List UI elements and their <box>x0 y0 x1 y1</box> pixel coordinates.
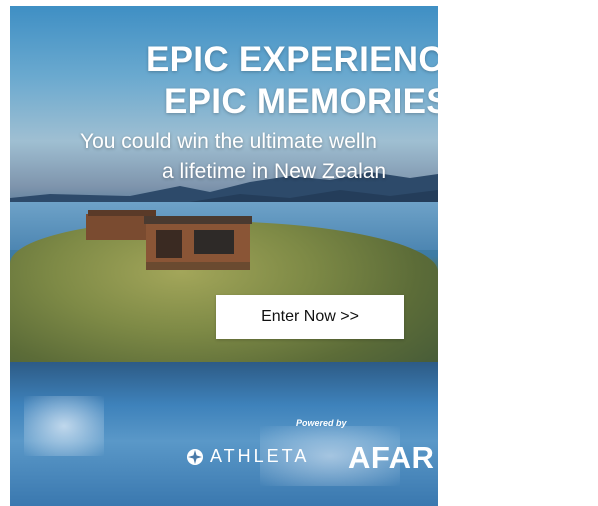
subheadline-line-2: a lifetime in New Zealan <box>162 160 387 183</box>
powered-by-label: Powered by <box>296 418 347 428</box>
advertisement-banner[interactable]: EPIC EXPERIENCE EPIC MEMORIES You could … <box>10 6 438 506</box>
headline-line-1: EPIC EXPERIENCE <box>146 40 438 79</box>
headline-line-2: EPIC MEMORIES <box>164 82 438 121</box>
cloud-reflection <box>24 396 104 456</box>
athleta-logo-icon <box>187 448 203 465</box>
athleta-wordmark: ATHLETA <box>210 446 310 466</box>
cabin-image <box>86 210 252 270</box>
afar-logo: AFAR <box>348 440 435 475</box>
athleta-logo: ATHLETA <box>186 446 309 467</box>
subheadline-line-1: You could win the ultimate welln <box>80 130 377 153</box>
enter-now-button[interactable]: Enter Now >> <box>216 295 404 339</box>
